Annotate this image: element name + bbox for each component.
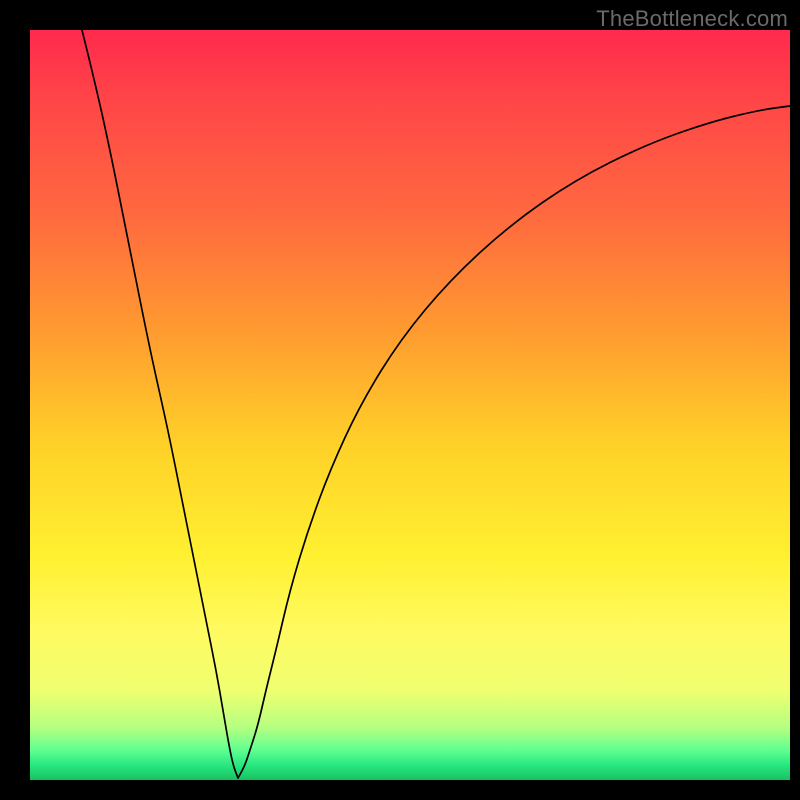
plot-area	[30, 30, 790, 780]
curve-right	[238, 106, 790, 778]
watermark-label: TheBottleneck.com	[596, 6, 788, 32]
curve-layer	[30, 30, 790, 780]
curve-left	[82, 30, 238, 778]
marker-group	[190, 540, 292, 778]
chart-frame: TheBottleneck.com	[0, 0, 800, 800]
